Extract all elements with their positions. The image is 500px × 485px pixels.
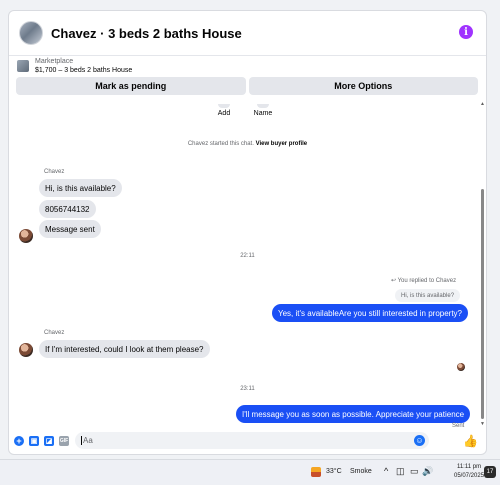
chat-header: Chavez · 3 beds 2 baths House i (9, 11, 486, 56)
more-options-button[interactable]: More Options (248, 77, 478, 95)
reply-indicator: ↩ You replied to Chavez (391, 277, 456, 284)
weather-temperature[interactable]: 33°C (326, 468, 342, 475)
like-icon[interactable]: 👍 (463, 434, 478, 448)
listing-thumbnail (17, 60, 29, 72)
windows-taskbar: 33°C Smoke ^ ◫ ▭ 🔊 11:11 pm 05/07/2025 1… (0, 459, 500, 485)
scrollbar-thumb[interactable] (481, 189, 484, 419)
mark-as-pending-button[interactable]: Mark as pending (16, 77, 246, 95)
incoming-message[interactable]: 8056744132 (39, 200, 96, 218)
photo-icon[interactable]: ▣ (29, 435, 39, 446)
sender-avatar[interactable] (19, 229, 33, 243)
chat-start-text: Chavez started this chat. (187, 141, 254, 147)
timestamp: 22:11 (240, 253, 255, 259)
message-input[interactable]: Aa ☺ (75, 432, 429, 449)
plus-icon[interactable]: + (14, 435, 24, 446)
name-label: Name (253, 110, 273, 117)
sender-avatar[interactable] (19, 343, 33, 357)
gif-icon[interactable]: GIF (59, 435, 69, 446)
listing-price: $1,700 – 3 beds 2 baths House (35, 67, 133, 74)
chat-start-notice: Chavez started this chat. View buyer pro… (9, 141, 486, 147)
emoji-icon[interactable]: ☺ (414, 435, 425, 446)
incoming-message[interactable]: Hi, is this available? (39, 179, 122, 197)
clock-date: 05/07/2025 (454, 473, 485, 479)
sender-name: Chavez (44, 330, 65, 336)
sender-name: Chavez (44, 169, 65, 175)
network-icon[interactable]: ◫ (396, 466, 405, 477)
incoming-message[interactable]: Message sent (39, 220, 101, 238)
quoted-message[interactable]: Hi, is this available? (395, 289, 461, 302)
scroll-up-icon[interactable]: ▲ (480, 101, 485, 107)
incoming-message[interactable]: If I'm interested, could I look at them … (39, 340, 210, 358)
listing-source: Marketplace (35, 58, 74, 65)
message-input-placeholder: Aa (83, 436, 93, 445)
listing-actions: Mark as pending More Options (16, 77, 478, 95)
weather-icon[interactable] (311, 467, 321, 477)
listing-avatar[interactable] (19, 21, 43, 45)
chevron-up-icon[interactable]: ^ (384, 466, 388, 476)
reply-arrow-icon: ↩ (391, 278, 398, 284)
timestamp: 23:11 (240, 386, 255, 392)
outgoing-message[interactable]: I'll message you as soon as possible. Ap… (236, 405, 471, 423)
listing-summary[interactable]: Marketplace $1,700 – 3 beds 2 baths Hous… (9, 55, 486, 77)
message-composer: + ▣ ◪ GIF Aa ☺ 👍 (9, 427, 486, 454)
volume-icon[interactable]: 🔊 (422, 466, 433, 477)
name-button[interactable]: Name (251, 104, 275, 117)
reply-label-text: You replied to Chavez (397, 278, 457, 284)
outgoing-message[interactable]: Yes, it's availableAre you still interes… (272, 304, 468, 322)
add-contact-button[interactable]: Add (214, 104, 234, 117)
messenger-window: Chavez · 3 beds 2 baths House i Marketpl… (8, 10, 487, 455)
text-caret (81, 436, 82, 445)
chat-title[interactable]: Chavez · 3 beds 2 baths House (51, 26, 242, 41)
battery-icon[interactable]: ▭ (410, 466, 419, 477)
weather-condition[interactable]: Smoke (350, 468, 372, 475)
info-icon[interactable]: i (459, 25, 473, 39)
message-thread: Add Name Chavez started this chat. View … (9, 99, 486, 429)
chat-scrollbar[interactable]: ▲ ▼ (479, 99, 486, 429)
add-label: Add (217, 110, 231, 117)
clock-time: 11:11 pm (456, 464, 482, 470)
view-buyer-profile-link[interactable]: View buyer profile (256, 141, 308, 147)
sticker-icon[interactable]: ◪ (44, 435, 54, 446)
seen-avatar-icon (457, 363, 465, 371)
notification-badge[interactable]: 17 (484, 466, 496, 478)
clock[interactable]: 11:11 pm 05/07/2025 (454, 463, 484, 481)
